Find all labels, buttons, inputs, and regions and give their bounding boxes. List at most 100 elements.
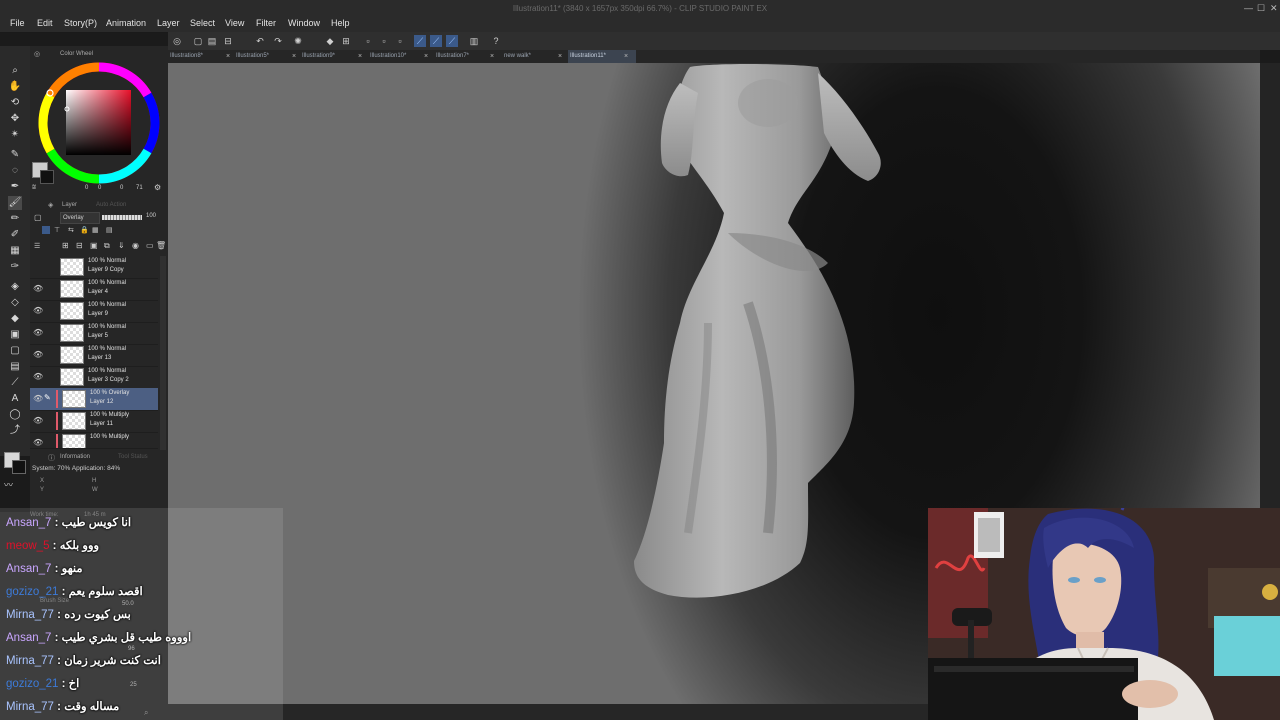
ruler-tool-icon[interactable]: ⟋ (8, 376, 22, 390)
stabilizer-icon-2[interactable]: ⟋ (430, 35, 442, 47)
layer-row[interactable]: 100 % Normal Layer 9 Copy (30, 256, 158, 279)
menu-filter[interactable]: Filter (256, 18, 276, 28)
maximize-button[interactable]: ☐ (1257, 3, 1265, 14)
clip-icon[interactable]: ⊤ (54, 226, 60, 234)
tab-illustration8[interactable]: Illustration8* (168, 50, 232, 63)
menu-help[interactable]: Help (331, 18, 350, 28)
tab-illustration7[interactable]: Illustration7* (434, 50, 498, 63)
layer-row[interactable]: 👁 100 % Normal Layer 4 (30, 278, 158, 301)
minimize-button[interactable]: — (1244, 3, 1253, 13)
layer-row[interactable]: 👁 100 % Multiply Layer 11 (30, 410, 158, 433)
gradient-icon[interactable]: ▣ (8, 328, 22, 342)
sub-color-swatch[interactable] (12, 460, 26, 474)
balloon-tool-icon[interactable]: ◯ (8, 408, 22, 422)
tab-close-icon[interactable]: × (490, 50, 494, 63)
layer-row-selected[interactable]: 👁 ✎ 100 % Overlay Layer 12 (30, 388, 158, 411)
eye-icon[interactable]: 👁 (33, 416, 43, 425)
layer-list-scrollbar[interactable] (160, 256, 166, 450)
eraser-icon[interactable]: ◇ (8, 296, 22, 310)
menu-select[interactable]: Select (190, 18, 215, 28)
fill-tool-icon[interactable]: ◆ (8, 312, 22, 326)
layer-row[interactable]: 👁 100 % Normal Layer 3 Copy 2 (30, 366, 158, 389)
magic-wand-icon[interactable]: ✴ (8, 128, 22, 142)
menu-animation[interactable]: Animation (106, 18, 146, 28)
menu-window[interactable]: Window (288, 18, 320, 28)
airbrush-icon[interactable]: ✐ (8, 228, 22, 242)
tool-status-tab[interactable]: Tool Status (118, 454, 148, 460)
eye-icon[interactable]: 👁 (33, 306, 43, 315)
layer-row[interactable]: 👁 100 % Multiply (30, 432, 158, 449)
eye-icon[interactable]: 👁 (33, 284, 43, 293)
open-file-icon[interactable]: ▤ (206, 35, 218, 47)
new-folder-icon[interactable]: ▣ (90, 241, 98, 250)
save-icon[interactable]: ⊟ (222, 35, 234, 47)
merge-icon[interactable]: ⇓ (118, 241, 125, 250)
menu-layer[interactable]: Layer (157, 18, 180, 28)
transparent-icon[interactable]: ⩰ (32, 184, 36, 192)
text-tool-icon[interactable]: A (8, 392, 22, 406)
new-file-icon[interactable]: ▢ (192, 35, 204, 47)
fill-icon[interactable]: ◆ (324, 35, 336, 47)
eye-icon[interactable]: 👁 (33, 394, 43, 403)
selection-icon[interactable]: ▫ (362, 35, 374, 47)
blend-tool-icon[interactable]: ◈ (8, 280, 22, 294)
stabilizer-icon-1[interactable]: ⟋ (414, 35, 426, 47)
app-icon[interactable]: ◎ (171, 35, 183, 47)
delete-layer-icon[interactable]: 🗑 (156, 241, 166, 250)
draft-icon[interactable]: ▤ (106, 226, 113, 234)
eye-icon[interactable]: 👁 (33, 438, 43, 447)
crop-icon[interactable]: ⊞ (340, 35, 352, 47)
opacity-slider[interactable] (102, 215, 142, 220)
document-icon[interactable]: ▥ (468, 35, 480, 47)
reference-icon[interactable]: ⇆ (68, 226, 74, 234)
eyedropper-icon[interactable]: ✎ (8, 148, 22, 162)
menu-view[interactable]: View (225, 18, 244, 28)
eye-icon[interactable]: 👁 (33, 372, 43, 381)
marker-icon[interactable]: ✑ (8, 260, 22, 274)
tab-close-icon[interactable]: × (226, 50, 230, 63)
transfer-icon[interactable]: ⧉ (104, 241, 110, 251)
new-raster-layer-icon[interactable]: ⊞ (62, 241, 69, 250)
close-button[interactable]: ✕ (1270, 3, 1278, 14)
zoom-tool-icon[interactable]: ⌕ (8, 64, 22, 78)
eye-icon[interactable]: 👁 (33, 328, 43, 337)
tab-close-icon[interactable]: × (558, 50, 562, 63)
tab-illustration10[interactable]: Illustration10* (368, 50, 432, 63)
tab-illustration9[interactable]: Illustration9* (300, 50, 364, 63)
menu-story[interactable]: Story(P) (64, 18, 97, 28)
tab-close-icon[interactable]: × (424, 50, 428, 63)
auto-action-tab[interactable]: Auto Action (96, 202, 126, 208)
brush-tool-icon[interactable]: 🖌 (8, 196, 22, 210)
new-vector-layer-icon[interactable]: ⊟ (76, 241, 83, 250)
rotate-tool-icon[interactable]: ⟲ (8, 96, 22, 110)
lasso-icon[interactable]: ◌ (8, 164, 22, 178)
color-wheel[interactable] (38, 62, 160, 184)
mask-add-icon[interactable]: ◉ (132, 241, 139, 250)
mask-icon[interactable]: ▦ (92, 226, 99, 234)
stabilizer-icon-3[interactable]: ⟋ (446, 35, 458, 47)
selection-icon-3[interactable]: ▫ (394, 35, 406, 47)
sub-color-chip[interactable] (40, 170, 54, 184)
tab-illustration5[interactable]: Illustration5* (234, 50, 298, 63)
layer-row[interactable]: 👁 100 % Normal Layer 13 (30, 344, 158, 367)
move-tool-icon[interactable]: ✥ (8, 112, 22, 126)
hand-tool-icon[interactable]: ✋ (8, 80, 22, 94)
layer-row[interactable]: 👁 100 % Normal Layer 9 (30, 300, 158, 323)
shape-tool-icon[interactable]: ▢ (8, 344, 22, 358)
undo-icon[interactable]: ↶ (254, 35, 266, 47)
apply-mask-icon[interactable]: ▭ (146, 241, 154, 250)
decoration-icon[interactable]: ▦ (8, 244, 22, 258)
tab-close-icon[interactable]: × (624, 50, 628, 63)
layer-lock-icon[interactable]: ▢ (34, 213, 42, 222)
pencil-tool-icon[interactable]: ✏ (8, 212, 22, 226)
lock-icon[interactable]: 🔒 (80, 226, 89, 234)
settings-icon[interactable]: ✺ (292, 35, 304, 47)
layer-option-icon[interactable] (42, 226, 50, 234)
eye-icon[interactable]: 👁 (33, 350, 43, 359)
menu-file[interactable]: File (10, 18, 25, 28)
selection-icon-2[interactable]: ▫ (378, 35, 390, 47)
tab-close-icon[interactable]: × (358, 50, 362, 63)
color-settings-icon[interactable]: ⚙ (154, 183, 161, 192)
blend-mode-select[interactable]: Overlay (60, 212, 100, 224)
pen-tool-icon[interactable]: ✒ (8, 180, 22, 194)
